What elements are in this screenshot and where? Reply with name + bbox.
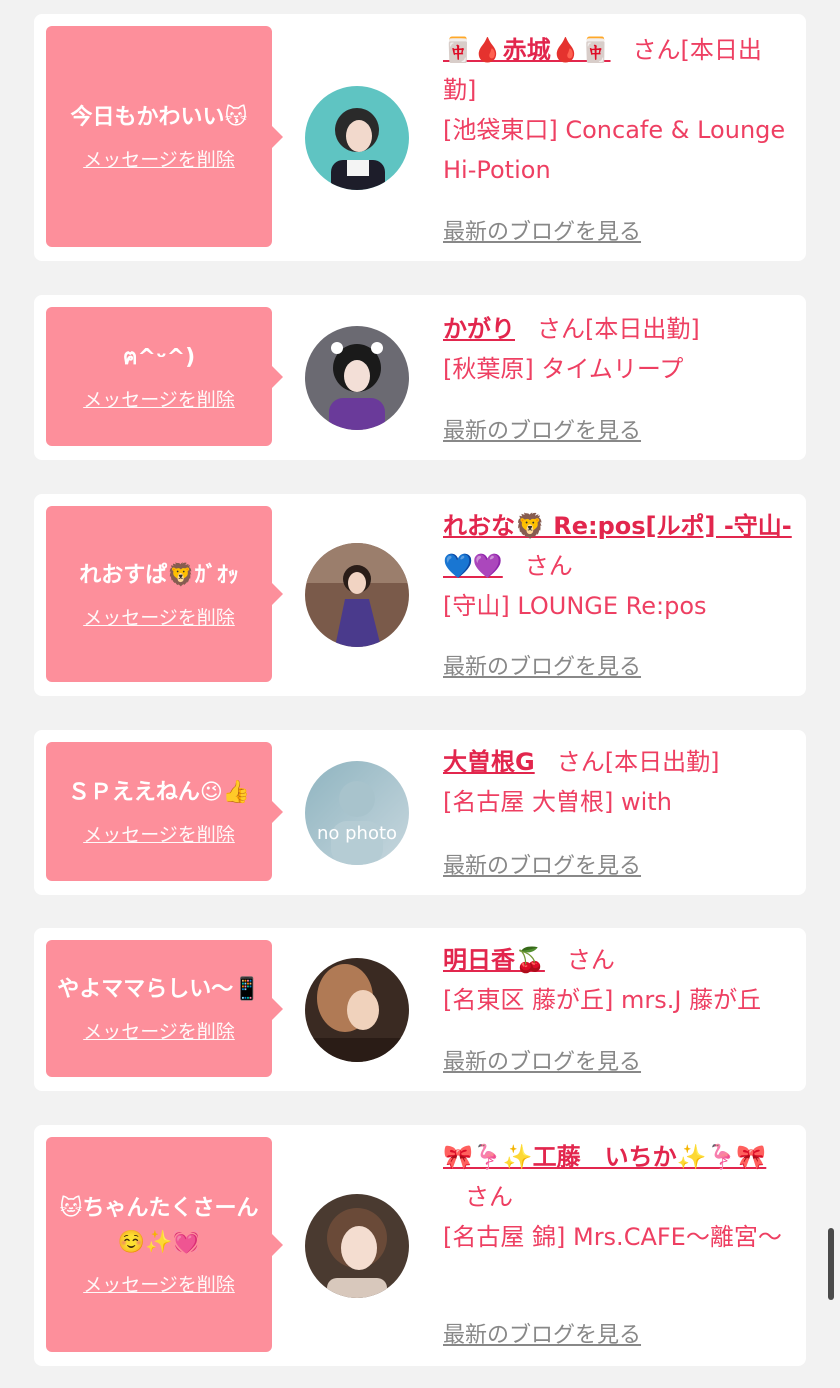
store-name: [名古屋 大曽根] with — [443, 788, 672, 816]
honorific: さん — [566, 946, 615, 974]
store-name: [秋葉原] タイムリープ — [443, 355, 684, 383]
message-list: 今日もかわいい😽 メッセージを削除 🀄🩸赤城🩸🀄 さん[本日出勤] [池袋東口] … — [0, 0, 840, 1388]
cast-name-link[interactable]: 🎀🦩✨工藤 いちか✨🦩🎀 — [443, 1143, 766, 1171]
store-name: [名東区 藤が丘] mrs.J 藤が丘 — [443, 986, 762, 1014]
honorific: さん — [632, 36, 681, 64]
avatar[interactable] — [305, 1194, 409, 1298]
honorific: さん — [524, 552, 573, 580]
message-text: ฅ^ᵕ^) — [122, 345, 196, 370]
message-card: ＳＰええねん😉👍 メッセージを削除 no photo 大曽根G さん[本日出勤] … — [34, 730, 806, 895]
latest-blog-link[interactable]: 最新のブログを見る — [443, 848, 641, 880]
cast-info: 明日香🍒 さん [名東区 藤が丘] mrs.J 藤が丘 — [443, 940, 795, 1020]
message-bubble: れおすぱ🦁ｶﾞｵｯ メッセージを削除 — [46, 506, 283, 682]
delete-message-link[interactable]: メッセージを削除 — [83, 1270, 235, 1297]
avatar-photo-icon — [305, 958, 409, 1062]
cast-name-link[interactable]: かがり — [443, 315, 515, 343]
message-text: やよママらしい〜📱 — [57, 977, 261, 1002]
cast-name-link[interactable]: 明日香🍒 — [443, 946, 545, 974]
message-card: 今日もかわいい😽 メッセージを削除 🀄🩸赤城🩸🀄 さん[本日出勤] [池袋東口] … — [34, 14, 806, 261]
store-name: [名古屋 錦] Mrs.CAFE〜離宮〜 — [443, 1223, 782, 1251]
delete-message-link[interactable]: メッセージを削除 — [83, 603, 235, 630]
avatar[interactable] — [305, 326, 409, 430]
no-photo-placeholder-icon — [305, 761, 409, 865]
message-bubble: ฅ^ᵕ^) メッセージを削除 — [46, 307, 283, 446]
message-card: やよママらしい〜📱 メッセージを削除 明日香🍒 さん [名東区 藤が丘] mrs.… — [34, 928, 806, 1091]
cast-name-link[interactable]: 🀄🩸赤城🩸🀄 — [443, 36, 611, 64]
message-card: れおすぱ🦁ｶﾞｵｯ メッセージを削除 れおな🦁 Re:pos[ルポ] -守山-💙… — [34, 494, 806, 696]
avatar-photo-icon — [305, 1194, 409, 1298]
latest-blog-link[interactable]: 最新のブログを見る — [443, 214, 641, 246]
message-text: ＳＰええねん😉👍 — [67, 780, 251, 805]
message-bubble: 🐱ちゃんたくさーん☺️✨💓 メッセージを削除 — [46, 1137, 283, 1352]
latest-blog-link[interactable]: 最新のブログを見る — [443, 413, 641, 445]
cast-info: れおな🦁 Re:pos[ルポ] -守山-💙💜 さん [守山] LOUNGE Re:… — [443, 506, 795, 626]
cast-name-link[interactable]: れおな🦁 Re:pos[ルポ] -守山-💙💜 — [443, 512, 792, 580]
avatar[interactable] — [305, 543, 409, 647]
message-text: れおすぱ🦁ｶﾞｵｯ — [79, 562, 239, 588]
honorific: さん — [537, 315, 585, 343]
cast-name-link[interactable]: 大曽根G — [443, 748, 535, 776]
message-bubble: やよママらしい〜📱 メッセージを削除 — [46, 940, 283, 1077]
avatar[interactable] — [305, 86, 409, 190]
latest-blog-link[interactable]: 最新のブログを見る — [443, 1044, 641, 1076]
no-photo-label: no photo — [316, 823, 398, 844]
avatar-photo-icon — [305, 543, 409, 647]
delete-message-link[interactable]: メッセージを削除 — [83, 145, 235, 172]
latest-blog-link[interactable]: 最新のブログを見る — [443, 649, 641, 681]
honorific: さん — [556, 748, 605, 776]
honorific: さん — [465, 1183, 513, 1211]
delete-message-link[interactable]: メッセージを削除 — [83, 820, 235, 847]
avatar[interactable] — [305, 958, 409, 1062]
cast-info: 🀄🩸赤城🩸🀄 さん[本日出勤] [池袋東口] Concafe & Lounge H… — [443, 30, 795, 190]
delete-message-link[interactable]: メッセージを削除 — [83, 385, 235, 412]
cast-info: 大曽根G さん[本日出勤] [名古屋 大曽根] with — [443, 742, 795, 822]
store-name: [守山] LOUNGE Re:pos — [443, 592, 707, 620]
avatar[interactable]: no photo — [305, 761, 409, 865]
delete-message-link[interactable]: メッセージを削除 — [83, 1017, 235, 1044]
cast-info: かがり さん[本日出勤] [秋葉原] タイムリープ — [443, 309, 795, 389]
store-name: [池袋東口] Concafe & Lounge Hi-Potion — [443, 116, 786, 184]
avatar-photo-icon — [305, 86, 409, 190]
message-card: 🐱ちゃんたくさーん☺️✨💓 メッセージを削除 🎀🦩✨工藤 いちか✨🦩🎀 さん [名… — [34, 1125, 806, 1366]
message-card: ฅ^ᵕ^) メッセージを削除 かがり さん[本日出勤] [秋葉原] タイムリープ … — [34, 295, 806, 460]
message-text: 🐱ちゃんたくさーん☺️✨💓 — [59, 1196, 259, 1255]
avatar-photo-icon — [305, 326, 409, 430]
message-bubble: ＳＰええねん😉👍 メッセージを削除 — [46, 742, 283, 881]
work-status: [本日出勤] — [585, 315, 700, 343]
message-text: 今日もかわいい😽 — [70, 105, 248, 130]
latest-blog-link[interactable]: 最新のブログを見る — [443, 1317, 641, 1349]
scrollbar[interactable] — [828, 1228, 834, 1300]
message-bubble: 今日もかわいい😽 メッセージを削除 — [46, 26, 283, 247]
cast-info: 🎀🦩✨工藤 いちか✨🦩🎀 さん [名古屋 錦] Mrs.CAFE〜離宮〜 — [443, 1137, 795, 1257]
work-status: [本日出勤] — [604, 748, 720, 776]
